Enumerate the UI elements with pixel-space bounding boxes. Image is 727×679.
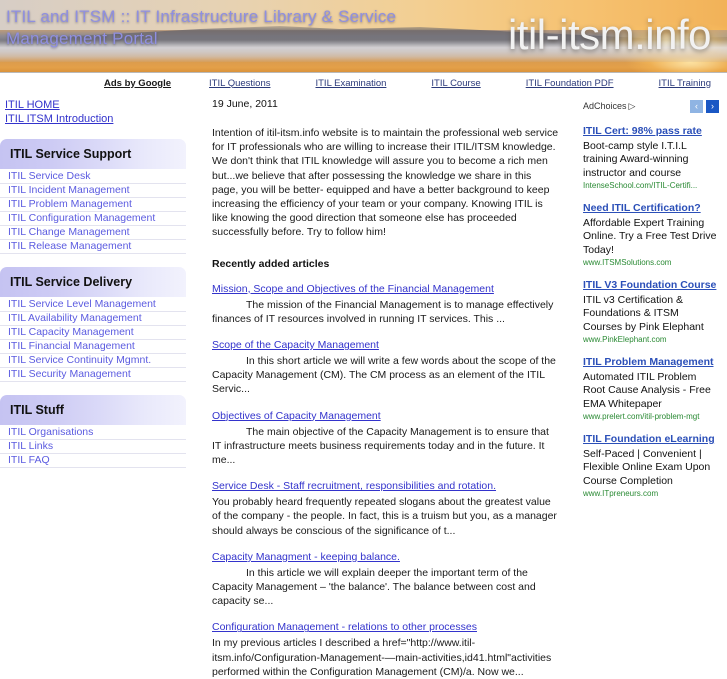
article-excerpt-text: In this article we will explain deeper t… [212, 566, 536, 608]
sidebar-block-itil-stuff: ITIL Stuff ITIL Organisations ITIL Links… [0, 395, 186, 468]
section-title-recently-added: Recently added articles [212, 257, 330, 270]
sidebar-top-links: ITIL HOME ITIL ITSM Introduction [0, 93, 186, 126]
sidebar-item-itil-home[interactable]: ITIL HOME [5, 98, 186, 112]
ad-unit: Need ITIL Certification? Affordable Expe… [583, 202, 719, 268]
ads-link-itil-course[interactable]: ITIL Course [431, 78, 480, 89]
right-ad-rail: AdChoices ▷ ‹ › ITIL Cert: 98% pass rate… [583, 93, 719, 499]
article-excerpt-text: The main objective of the Capacity Manag… [212, 425, 549, 467]
adchoices-control[interactable]: AdChoices ▷ [583, 101, 635, 112]
article-item: Scope of the Capacity Management In this… [212, 339, 560, 397]
article-item: Capacity Managment - keeping balance. In… [212, 551, 560, 609]
sidebar-item-problem-management[interactable]: ITIL Problem Management [0, 198, 186, 212]
ads-navigation-bar: Ads by Google ITIL Questions ITIL Examin… [0, 73, 727, 93]
sidebar-item-capacity-management[interactable]: ITIL Capacity Management [0, 326, 186, 340]
ad-unit: ITIL V3 Foundation Course ITIL v3 Certif… [583, 279, 719, 345]
sidebar-block-header: ITIL Service Delivery [0, 267, 186, 297]
ads-link-itil-foundation-pdf[interactable]: ITIL Foundation PDF [526, 78, 614, 89]
sidebar-item-security-management[interactable]: ITIL Security Management [0, 368, 186, 382]
sidebar-item-change-management[interactable]: ITIL Change Management [0, 226, 186, 240]
ads-link-itil-examination[interactable]: ITIL Examination [315, 78, 386, 89]
sidebar-item-financial-management[interactable]: ITIL Financial Management [0, 340, 186, 354]
article-excerpt: You probably heard frequently repeated s… [212, 495, 560, 538]
sidebar-item-incident-management[interactable]: ITIL Incident Management [0, 184, 186, 198]
ad-title-itil-problem-management[interactable]: ITIL Problem Management [583, 356, 719, 370]
site-domain-wordmark: itil-itsm.info [507, 11, 712, 58]
ads-by-google-label[interactable]: Ads by Google [104, 78, 171, 89]
ad-unit: ITIL Foundation eLearning Self-Paced | C… [583, 433, 719, 499]
ad-title-need-itil-certification[interactable]: Need ITIL Certification? [583, 202, 719, 216]
article-link-scope-capacity-management[interactable]: Scope of the Capacity Management [212, 339, 379, 352]
adchoices-label: AdChoices [583, 101, 627, 111]
article-excerpt: The mission of the Financial Management … [212, 298, 560, 326]
sidebar-item-service-desk[interactable]: ITIL Service Desk [0, 170, 186, 184]
article-item: Service Desk - Staff recruitment, respon… [212, 480, 560, 538]
sidebar-item-availability-management[interactable]: ITIL Availability Management [0, 312, 186, 326]
ad-body: Affordable Expert Training Online. Try a… [583, 216, 717, 256]
ad-title-itil-cert-pass-rate[interactable]: ITIL Cert: 98% pass rate [583, 125, 719, 139]
main-content: 19 June, 2011 Intention of itil-itsm.inf… [205, 93, 567, 679]
article-excerpt-text: You probably heard frequently repeated s… [212, 496, 557, 537]
left-sidebar: ITIL HOME ITIL ITSM Introduction ITIL Se… [0, 93, 186, 468]
ad-body: Automated ITIL Problem Root Cause Analys… [583, 370, 711, 410]
article-excerpt-text: The mission of the Financial Management … [212, 298, 554, 325]
sidebar-item-configuration-management[interactable]: ITIL Configuration Management [0, 212, 186, 226]
sidebar-block-items: ITIL Organisations ITIL Links ITIL FAQ [0, 425, 186, 468]
article-item: Mission, Scope and Objectives of the Fin… [212, 283, 560, 326]
adchoices-row: AdChoices ▷ ‹ › [583, 98, 719, 114]
ad-url[interactable]: IntenseSchool.com/ITIL-Certifi... [583, 181, 719, 191]
ad-url[interactable]: www.prelert.com/itil-problem-mgt [583, 412, 719, 422]
ad-body: Self-Paced | Convenient | Flexible Onlin… [583, 447, 711, 487]
article-link-financial-management-mission[interactable]: Mission, Scope and Objectives of the Fin… [212, 283, 494, 296]
ad-unit: ITIL Problem Management Automated ITIL P… [583, 356, 719, 422]
ad-title-itil-v3-foundation-course[interactable]: ITIL V3 Foundation Course [583, 279, 719, 293]
site-title: ITIL and ITSM :: IT Infrastructure Libra… [6, 7, 397, 48]
article-excerpt: The main objective of the Capacity Manag… [212, 425, 560, 468]
article-item: Objectives of Capacity Management The ma… [212, 410, 560, 468]
intro-paragraph: Intention of itil-itsm.info website is t… [212, 127, 559, 239]
publish-date: 19 June, 2011 [212, 98, 278, 110]
article-link-service-desk-staff[interactable]: Service Desk - Staff recruitment, respon… [212, 480, 496, 493]
article-excerpt: In this short article we will write a fe… [212, 354, 560, 397]
ad-body: ITIL v3 Certification & Foundations & IT… [583, 293, 704, 333]
sidebar-block-service-support: ITIL Service Support ITIL Service Desk I… [0, 139, 186, 254]
sidebar-item-organisations[interactable]: ITIL Organisations [0, 426, 186, 440]
sidebar-block-header: ITIL Service Support [0, 139, 186, 169]
article-link-capacity-keeping-balance[interactable]: Capacity Managment - keeping balance. [212, 551, 400, 564]
article-excerpt-text: In this short article we will write a fe… [212, 355, 556, 396]
ad-unit: ITIL Cert: 98% pass rate Boot-camp style… [583, 125, 719, 191]
ad-body: Boot-camp style I.T.I.L training Award-w… [583, 139, 689, 179]
chevron-right-icon[interactable]: › [706, 99, 719, 113]
ads-link-itil-training[interactable]: ITIL Training [659, 78, 711, 89]
article-link-configuration-management-relations[interactable]: Configuration Management - relations to … [212, 621, 477, 634]
ad-carousel-arrows: ‹ › [690, 99, 719, 113]
article-excerpt: In my previous articles I described a hr… [212, 636, 560, 679]
sidebar-item-service-continuity-management[interactable]: ITIL Service Continuity Mgmnt. [0, 354, 186, 368]
page-body: ITIL HOME ITIL ITSM Introduction ITIL Se… [0, 93, 727, 678]
ads-link-itil-questions[interactable]: ITIL Questions [209, 78, 270, 89]
article-item: Configuration Management - relations to … [212, 621, 560, 679]
ads-navigation-inner: Ads by Google ITIL Questions ITIL Examin… [0, 73, 727, 93]
article-excerpt-text: In my previous articles I described a hr… [212, 637, 552, 678]
sidebar-item-itil-itsm-introduction[interactable]: ITIL ITSM Introduction [5, 112, 186, 126]
ad-title-itil-foundation-elearning[interactable]: ITIL Foundation eLearning [583, 433, 719, 447]
sidebar-item-faq[interactable]: ITIL FAQ [0, 454, 186, 468]
article-excerpt: In this article we will explain deeper t… [212, 566, 560, 609]
sidebar-item-links[interactable]: ITIL Links [0, 440, 186, 454]
sidebar-block-header: ITIL Stuff [0, 395, 186, 425]
sidebar-item-release-management[interactable]: ITIL Release Management [0, 240, 186, 254]
article-link-objectives-capacity-management[interactable]: Objectives of Capacity Management [212, 410, 381, 423]
site-banner: ITIL and ITSM :: IT Infrastructure Libra… [0, 0, 727, 73]
ad-url[interactable]: www.ITpreneurs.com [583, 489, 719, 499]
adchoices-triangle-icon: ▷ [628, 100, 636, 111]
chevron-left-icon[interactable]: ‹ [690, 99, 703, 113]
sidebar-block-items: ITIL Service Level Management ITIL Avail… [0, 297, 186, 382]
sidebar-block-items: ITIL Service Desk ITIL Incident Manageme… [0, 169, 186, 254]
ad-url[interactable]: www.PinkElephant.com [583, 335, 719, 345]
sidebar-block-service-delivery: ITIL Service Delivery ITIL Service Level… [0, 267, 186, 382]
sidebar-item-service-level-management[interactable]: ITIL Service Level Management [0, 298, 186, 312]
ad-url[interactable]: www.ITSMSolutions.com [583, 258, 719, 268]
